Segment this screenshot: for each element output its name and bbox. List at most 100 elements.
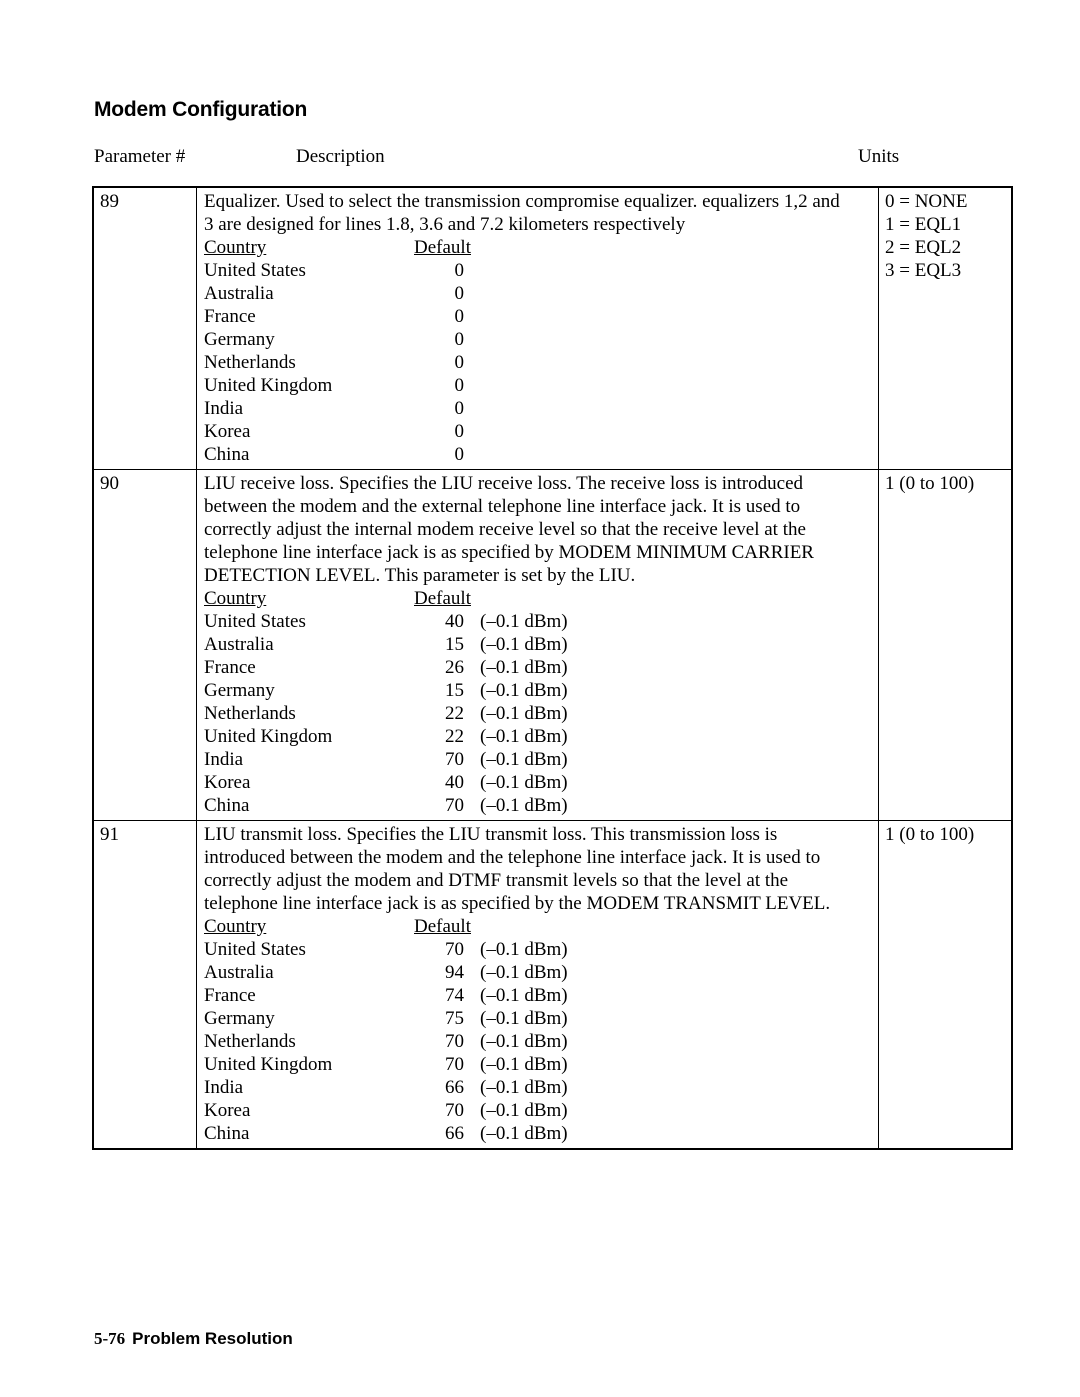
default-value: 0 [454, 329, 465, 350]
parameter-number: 90 [100, 473, 119, 494]
default-unit [464, 328, 680, 351]
country-name: India [204, 749, 244, 770]
default-unit: (–0.1 dBm) [480, 611, 568, 632]
default-unit: (–0.1 dBm) [480, 985, 568, 1006]
units-line: 3 = EQL3 [885, 260, 962, 281]
country-column-header: Country [204, 915, 412, 938]
country-default-row: Netherlands 22 (–0.1 dBm) [204, 702, 680, 725]
default-value: 74 [445, 985, 464, 1006]
default-unit [464, 443, 680, 466]
default-unit: (–0.1 dBm) [480, 795, 568, 816]
default-unit: (–0.1 dBm) [480, 634, 568, 655]
default-value: 0 [454, 375, 465, 396]
country-name: India [204, 1077, 244, 1098]
parameter-number: 89 [100, 191, 119, 212]
default-column-header: Default [412, 587, 471, 610]
default-value: 22 [445, 726, 464, 747]
default-value: 40 [445, 611, 464, 632]
page-title: Modem Configuration [94, 98, 308, 121]
country-name: China [204, 1123, 250, 1144]
country-defaults-table: Country Default United States 70 (–0.1 dBm) A… [204, 915, 680, 1145]
description-line: Equalizer. Used to select the transmissi… [204, 191, 840, 212]
default-value: 0 [454, 260, 465, 281]
default-column-header-label: Default [414, 916, 471, 937]
country-default-row: India 66 (–0.1 dBm) [204, 1076, 680, 1099]
parameter-table: 89 Equalizer. Used to select the transmis… [92, 186, 1013, 1150]
country-column-header-label: Country [204, 588, 267, 609]
country-defaults-header-row: Country Default [204, 236, 680, 259]
country-default-row: Netherlands 70 (–0.1 dBm) [204, 1030, 680, 1053]
country-name: United States [204, 939, 306, 960]
default-unit: (–0.1 dBm) [480, 962, 568, 983]
table-row: 91 LIU transmit loss. Specifies the LIU t… [93, 820, 1012, 1149]
default-value: 0 [454, 444, 465, 465]
default-unit-column-header [464, 587, 680, 610]
default-value: 15 [445, 680, 464, 701]
country-column-header: Country [204, 236, 412, 259]
description-cell: LIU receive loss. Specifies the LIU rece… [196, 469, 879, 821]
default-column-header: Default [412, 236, 471, 259]
parameter-number-cell: 90 [93, 469, 197, 821]
country-default-row: United Kingdom 70 (–0.1 dBm) [204, 1053, 680, 1076]
description-line: DETECTION LEVEL. This parameter is set b… [204, 565, 636, 586]
default-unit-column-header [464, 236, 680, 259]
country-default-row: China 0 [204, 443, 680, 466]
country-default-row: France 26 (–0.1 dBm) [204, 656, 680, 679]
document-page: Modem Configuration Parameter # Descript… [0, 0, 1080, 1397]
country-defaults-header-row: Country Default [204, 587, 680, 610]
country-name: United States [204, 260, 306, 281]
country-default-row: Australia 94 (–0.1 dBm) [204, 961, 680, 984]
units-line: 1 (0 to 100) [885, 824, 975, 845]
default-unit [464, 259, 680, 282]
default-unit [464, 282, 680, 305]
footer-page-number: 5-76 [94, 1329, 126, 1348]
footer-section-name: Problem Resolution [132, 1329, 293, 1348]
country-default-row: Germany 15 (–0.1 dBm) [204, 679, 680, 702]
country-name: Australia [204, 283, 274, 304]
country-column-header: Country [204, 587, 412, 610]
default-value: 94 [445, 962, 464, 983]
parameter-number-cell: 89 [93, 187, 197, 470]
parameter-number-cell: 91 [93, 820, 197, 1149]
description-line: correctly adjust the modem and DTMF tran… [204, 870, 789, 891]
country-default-row: Korea 40 (–0.1 dBm) [204, 771, 680, 794]
default-value: 70 [445, 1054, 464, 1075]
country-name: Korea [204, 772, 251, 793]
country-default-row: China 66 (–0.1 dBm) [204, 1122, 680, 1145]
country-name: Australia [204, 634, 274, 655]
country-name: France [204, 985, 256, 1006]
units-line: 2 = EQL2 [885, 237, 962, 258]
country-name: United Kingdom [204, 1054, 333, 1075]
default-value: 75 [445, 1008, 464, 1029]
parameter-number: 91 [100, 824, 119, 845]
country-default-row: India 0 [204, 397, 680, 420]
country-defaults-header-row: Country Default [204, 915, 680, 938]
country-default-row: Korea 0 [204, 420, 680, 443]
default-unit: (–0.1 dBm) [480, 1031, 568, 1052]
units-cell: 1 (0 to 100) [878, 820, 1012, 1149]
default-value: 70 [445, 1100, 464, 1121]
description-line: correctly adjust the internal modem rece… [204, 519, 806, 540]
country-name: France [204, 306, 256, 327]
units-line: 1 = EQL1 [885, 214, 962, 235]
country-default-row: United Kingdom 22 (–0.1 dBm) [204, 725, 680, 748]
country-default-row: China 70 (–0.1 dBm) [204, 794, 680, 817]
default-unit [464, 351, 680, 374]
country-name: United Kingdom [204, 375, 333, 396]
column-header-units: Units [858, 146, 900, 167]
default-unit [464, 397, 680, 420]
default-value: 66 [445, 1123, 464, 1144]
default-value: 70 [445, 1031, 464, 1052]
description-line: LIU receive loss. Specifies the LIU rece… [204, 473, 804, 494]
default-value: 70 [445, 795, 464, 816]
default-value: 70 [445, 939, 464, 960]
country-column-header-label: Country [204, 916, 267, 937]
default-unit: (–0.1 dBm) [480, 749, 568, 770]
default-value: 0 [454, 398, 465, 419]
default-unit [464, 374, 680, 397]
default-unit-column-header [464, 915, 680, 938]
country-defaults-table: Country Default United States 0 Australia 0 Fr… [204, 236, 680, 466]
default-value: 0 [454, 283, 465, 304]
default-value: 66 [445, 1077, 464, 1098]
country-name: Germany [204, 1008, 275, 1029]
